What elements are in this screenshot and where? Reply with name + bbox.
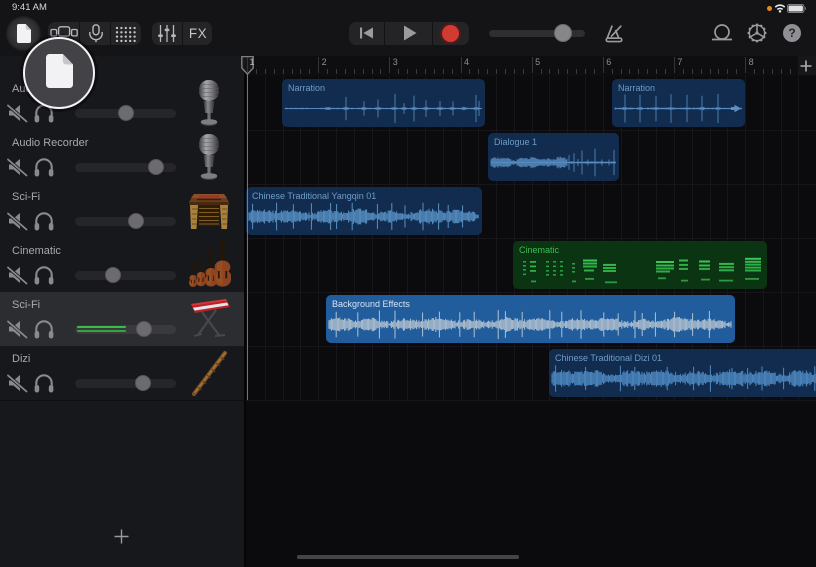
svg-text:?: ? (788, 26, 795, 40)
